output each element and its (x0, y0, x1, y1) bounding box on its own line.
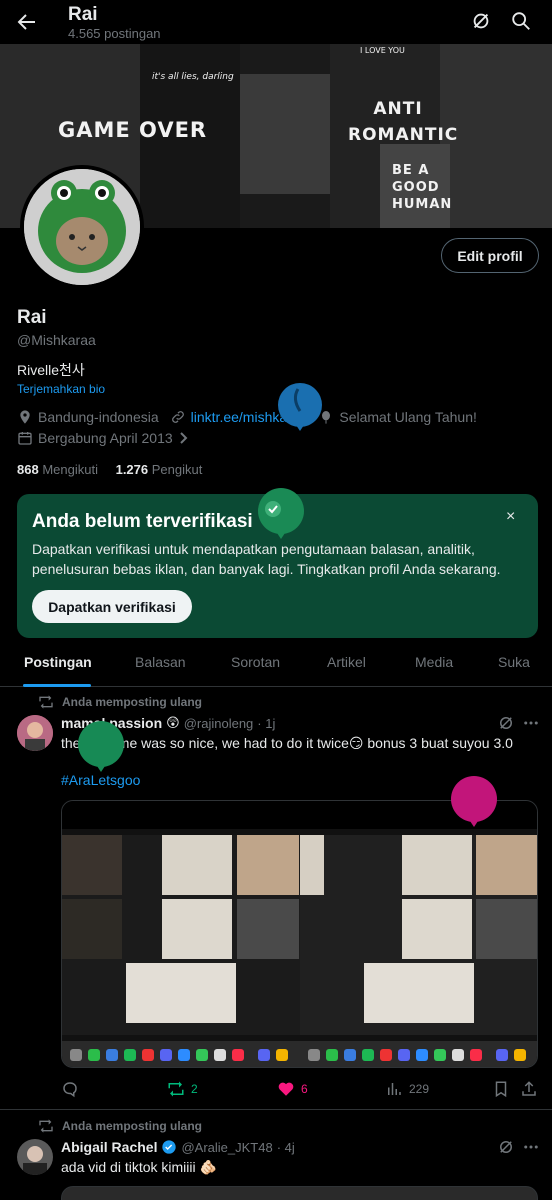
location-icon (20, 410, 30, 424)
post-author-name[interactable]: Abigail Rachel (61, 1139, 157, 1155)
search-icon[interactable] (510, 10, 532, 32)
banner-text-game-over: GAME OVER (58, 118, 208, 142)
joined-text: Bergabung April 2013 (38, 430, 173, 446)
share-icon[interactable] (520, 1080, 538, 1098)
repost-small-icon (39, 1119, 53, 1133)
banner-text-lies: it's all lies, darling (152, 72, 234, 82)
back-arrow-icon[interactable] (14, 10, 38, 34)
following-label: Mengikuti (42, 462, 98, 477)
calendar-icon (18, 432, 32, 445)
reply-icon (63, 1082, 77, 1098)
profile-tabs: Postingan Balasan Sorotan Artikel Media … (0, 642, 552, 687)
avatar-image (17, 715, 53, 751)
post-avatar-2[interactable] (17, 1139, 53, 1175)
more-options-icon[interactable] (522, 714, 540, 732)
profile-name: Rai (17, 307, 47, 328)
profile-avatar[interactable] (20, 165, 144, 289)
view-count: 229 (409, 1082, 430, 1096)
chevron-right-icon[interactable] (178, 431, 190, 445)
repost-icon (168, 1081, 184, 1097)
profile-meta-row: Bandung-indonesia linktr.ee/mishkaraa Se… (17, 409, 477, 425)
green-balloon-icon (258, 488, 304, 539)
followers-stat[interactable]: 1.276 Pengikut (116, 462, 203, 477)
banner-text-good-human: BE A GOOD HUMAN (392, 163, 453, 212)
avatar-frog-cat-image (24, 169, 140, 285)
views-action[interactable]: 229 (385, 1080, 429, 1098)
location-text: Bandung-indonesia (38, 409, 159, 425)
bookmark-icon[interactable] (492, 1080, 510, 1098)
author-emoji: 😲 (166, 715, 180, 730)
avatar-image (17, 1139, 53, 1175)
heart-icon (278, 1082, 294, 1096)
profile-bio: Rivelle천사 (17, 362, 85, 378)
post-media-image[interactable] (61, 800, 538, 1068)
get-verified-button[interactable]: Dapatkan verifikasi (32, 590, 192, 623)
post-count: 4.565 postingan (68, 26, 161, 41)
tab-media[interactable]: Media (415, 654, 453, 670)
like-action[interactable]: 6 (277, 1080, 308, 1098)
tab-postingan[interactable]: Postingan (24, 654, 92, 670)
banner-text-anti-romantic: ANTI ROMANTIC (348, 99, 459, 145)
following-stat[interactable]: 868 Mengikuti (17, 462, 98, 477)
top-bar: Rai 4.565 postingan (0, 0, 552, 44)
post-avatar[interactable] (17, 715, 53, 751)
repost-small-icon (39, 695, 53, 709)
verify-title: Anda belum terverifikasi (32, 511, 253, 532)
repost-indicator-2: Anda memposting ulang (38, 1119, 202, 1133)
follow-stats: 868 Mengikuti 1.276 Pengikut (17, 462, 202, 477)
repost-action[interactable]: 2 (167, 1080, 198, 1098)
post-time: · 1j (257, 715, 276, 731)
post-author-handle[interactable]: @rajinoleng (184, 716, 254, 731)
repost-label: Anda memposting ulang (62, 695, 203, 709)
birthday-text: Selamat Ulang Tahun! (339, 409, 477, 425)
tab-suka[interactable]: Suka (498, 654, 530, 670)
views-icon (388, 1083, 401, 1095)
profile-title: Rai (68, 4, 98, 25)
more-options-icon[interactable] (522, 1138, 540, 1156)
pink-balloon-icon (451, 776, 497, 827)
active-tab-indicator (23, 684, 91, 687)
post-media-image-2[interactable] (61, 1186, 538, 1200)
repost-label: Anda memposting ulang (62, 1119, 203, 1133)
joined-row: Bergabung April 2013 (17, 430, 190, 446)
post-author-handle[interactable]: @Aralie_JKT48 (181, 1140, 272, 1155)
followers-count: 1.276 (115, 462, 149, 477)
tab-balasan[interactable]: Balasan (135, 654, 186, 670)
post-header-2: Abigail Rachel @Aralie_JKT48 · 4j (61, 1139, 295, 1155)
tab-artikel[interactable]: Artikel (327, 654, 366, 670)
link-icon (171, 411, 184, 423)
verified-badge-icon (162, 1140, 177, 1154)
post-text-2: ada vid di tiktok kimiiii 🫵🏻 (61, 1159, 217, 1175)
like-count: 6 (301, 1082, 308, 1096)
close-icon[interactable]: × (506, 508, 515, 526)
post-time: · 4j (276, 1139, 295, 1155)
translate-bio-link[interactable]: Terjemahkan bio (17, 382, 105, 396)
repost-count: 2 (191, 1082, 198, 1096)
grok-post-icon[interactable] (497, 714, 515, 732)
tab-sorotan[interactable]: Sorotan (231, 654, 280, 670)
grok-icon[interactable] (470, 10, 492, 32)
followers-label: Pengikut (151, 462, 203, 477)
grok-post-icon[interactable] (497, 1138, 515, 1156)
green-balloon-2-icon (78, 721, 124, 772)
blue-balloon-icon (278, 383, 322, 431)
banner-text-love: I LOVE YOU (360, 46, 405, 55)
repost-indicator: Anda memposting ulang (38, 695, 202, 709)
post-divider (0, 1109, 552, 1110)
edit-profile-button[interactable]: Edit profil (441, 238, 539, 273)
reply-action[interactable] (61, 1080, 79, 1098)
post-text: the first time was so nice, we had to do… (61, 735, 513, 751)
profile-handle: @Mishkaraa (17, 332, 96, 348)
following-count: 868 (17, 462, 39, 477)
